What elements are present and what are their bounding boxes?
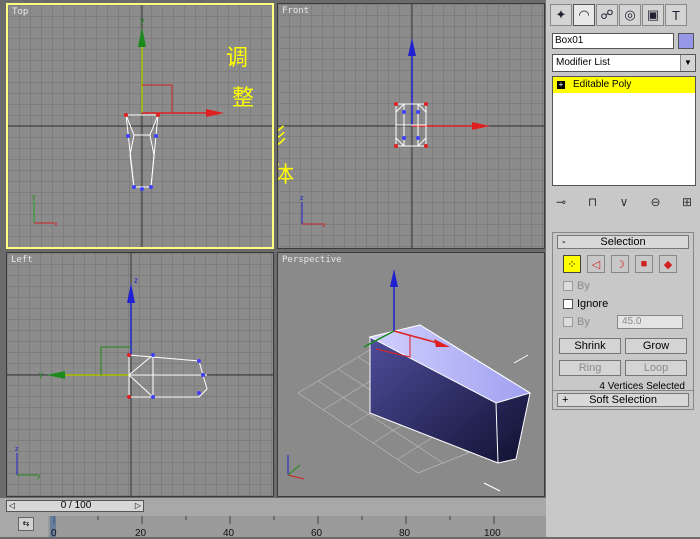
- shrink-grow-row: Shrink Grow: [553, 335, 693, 357]
- remove-modifier-icon[interactable]: ⊖: [647, 195, 665, 209]
- by-angle-checkbox[interactable]: [563, 317, 573, 327]
- display-icon[interactable]: ▣: [642, 4, 664, 26]
- motion-icon[interactable]: ◎: [619, 4, 641, 26]
- modifier-stack: + Editable Poly: [552, 76, 696, 186]
- modifier-list-dropdown[interactable]: Modifier List ▼: [552, 54, 696, 72]
- modifier-list-label: Modifier List: [556, 57, 610, 68]
- stack-item-label: Editable Poly: [573, 79, 632, 90]
- timeline: ◁ 0 / 100 ▷ ⇆ 0 20 40 60 80 100: [0, 498, 546, 539]
- subobject-buttons: ⁘ ◁ ☽ ■ ◆: [553, 251, 693, 277]
- tick-label-0: 0: [51, 528, 57, 539]
- svg-text:z: z: [300, 195, 304, 202]
- expand-icon[interactable]: +: [557, 81, 565, 89]
- ignore-backfacing-row: Ignore: [553, 295, 693, 313]
- object-color-swatch[interactable]: [678, 33, 694, 49]
- handwritten-char-1: 调: [226, 46, 248, 71]
- border-mode-icon[interactable]: ☽: [611, 255, 629, 273]
- tick-label-20: 20: [135, 528, 147, 539]
- svg-text:z: z: [15, 446, 19, 453]
- handwritten-char-2: 整: [232, 86, 254, 111]
- collapse-icon: -: [562, 236, 566, 248]
- shrink-button[interactable]: Shrink: [559, 338, 621, 354]
- tick-label-80: 80: [399, 528, 411, 539]
- command-panel: ✦ ◠ ☍ ◎ ▣ T Box01 Modifier List ▼ + Edit…: [546, 0, 700, 537]
- selection-rollout-header[interactable]: - Selection: [557, 235, 689, 249]
- hierarchy-icon[interactable]: ☍: [596, 4, 618, 26]
- soft-selection-rollout-header[interactable]: + Soft Selection: [557, 393, 689, 407]
- svg-text:y: y: [32, 194, 36, 201]
- by-vertex-checkbox[interactable]: [563, 281, 573, 291]
- next-frame-icon[interactable]: ▷: [133, 501, 143, 511]
- by-angle-label: By: [577, 316, 590, 328]
- grow-button[interactable]: Grow: [625, 338, 687, 354]
- handwritten-char-4: 体: [278, 163, 294, 188]
- object-name-field[interactable]: Box01: [552, 33, 674, 49]
- left-view-geometry: z y z y: [7, 253, 273, 496]
- ignore-backfacing-label: Ignore: [577, 298, 609, 310]
- svg-text:y: y: [37, 473, 41, 480]
- viewport-perspective[interactable]: Perspective: [277, 252, 545, 497]
- front-view-geometry: z x 形 体: [278, 4, 544, 248]
- svg-text:y: y: [39, 370, 43, 379]
- by-vertex-row: By: [553, 277, 693, 295]
- vertex-mode-icon[interactable]: ⁘: [563, 255, 581, 273]
- svg-text:x: x: [54, 221, 58, 228]
- viewport-left[interactable]: Left z y z y: [6, 252, 274, 497]
- angle-spinner[interactable]: 45.0: [617, 315, 683, 329]
- ring-button[interactable]: Ring: [559, 360, 621, 376]
- loop-button[interactable]: Loop: [625, 360, 687, 376]
- utilities-icon[interactable]: T: [665, 4, 687, 26]
- ignore-backfacing-checkbox[interactable]: [563, 299, 573, 309]
- configure-modifier-sets-icon[interactable]: ⊞: [678, 195, 696, 209]
- stack-item-editable-poly[interactable]: + Editable Poly: [553, 77, 695, 93]
- perspective-view-geometry: [287, 269, 532, 492]
- expand-rollout-icon: +: [562, 394, 569, 406]
- by-angle-row: By 45.0: [553, 313, 693, 331]
- selection-rollout-title: Selection: [600, 236, 646, 248]
- viewport-front[interactable]: Front z x 形 体: [277, 3, 545, 249]
- prev-frame-icon[interactable]: ◁: [7, 501, 17, 511]
- selection-rollout: - Selection ⁘ ◁ ☽ ■ ◆ By Ignore By 45.0 …: [552, 232, 694, 397]
- viewport-top[interactable]: Top y y x 调 整: [6, 3, 274, 249]
- key-filter-icon[interactable]: ⇆: [18, 517, 34, 531]
- show-end-result-icon[interactable]: ⊓: [584, 195, 602, 209]
- tick-label-60: 60: [311, 528, 323, 539]
- modify-icon[interactable]: ◠: [573, 4, 595, 26]
- chevron-down-icon[interactable]: ▼: [680, 55, 695, 71]
- svg-text:y: y: [140, 16, 145, 25]
- ring-loop-row: Ring Loop: [553, 357, 693, 379]
- element-mode-icon[interactable]: ◆: [659, 255, 677, 273]
- time-slider[interactable]: ◁ 0 / 100 ▷: [6, 500, 144, 512]
- polygon-mode-icon[interactable]: ■: [635, 255, 653, 273]
- create-icon[interactable]: ✦: [550, 4, 572, 26]
- svg-text:z: z: [134, 276, 138, 285]
- soft-selection-rollout: + Soft Selection: [552, 390, 694, 410]
- soft-selection-title: Soft Selection: [589, 394, 657, 406]
- make-unique-icon[interactable]: ∨: [615, 195, 633, 209]
- command-panel-tabs: ✦ ◠ ☍ ◎ ▣ T: [546, 0, 700, 30]
- frame-ruler: [48, 516, 546, 537]
- edge-mode-icon[interactable]: ◁: [587, 255, 605, 273]
- stack-toolbar: ⊸ ⊓ ∨ ⊖ ⊞: [552, 192, 696, 212]
- pin-stack-icon[interactable]: ⊸: [552, 195, 570, 209]
- handwritten-char-3: 形: [278, 125, 286, 150]
- top-view-geometry: y y x 调 整: [8, 5, 272, 247]
- tick-label-100: 100: [484, 528, 501, 539]
- tick-label-40: 40: [223, 528, 235, 539]
- time-slider-knob[interactable]: 0 / 100: [21, 501, 131, 511]
- svg-text:x: x: [322, 222, 326, 229]
- by-vertex-label: By: [577, 280, 590, 292]
- angle-value: 45.0: [622, 316, 642, 327]
